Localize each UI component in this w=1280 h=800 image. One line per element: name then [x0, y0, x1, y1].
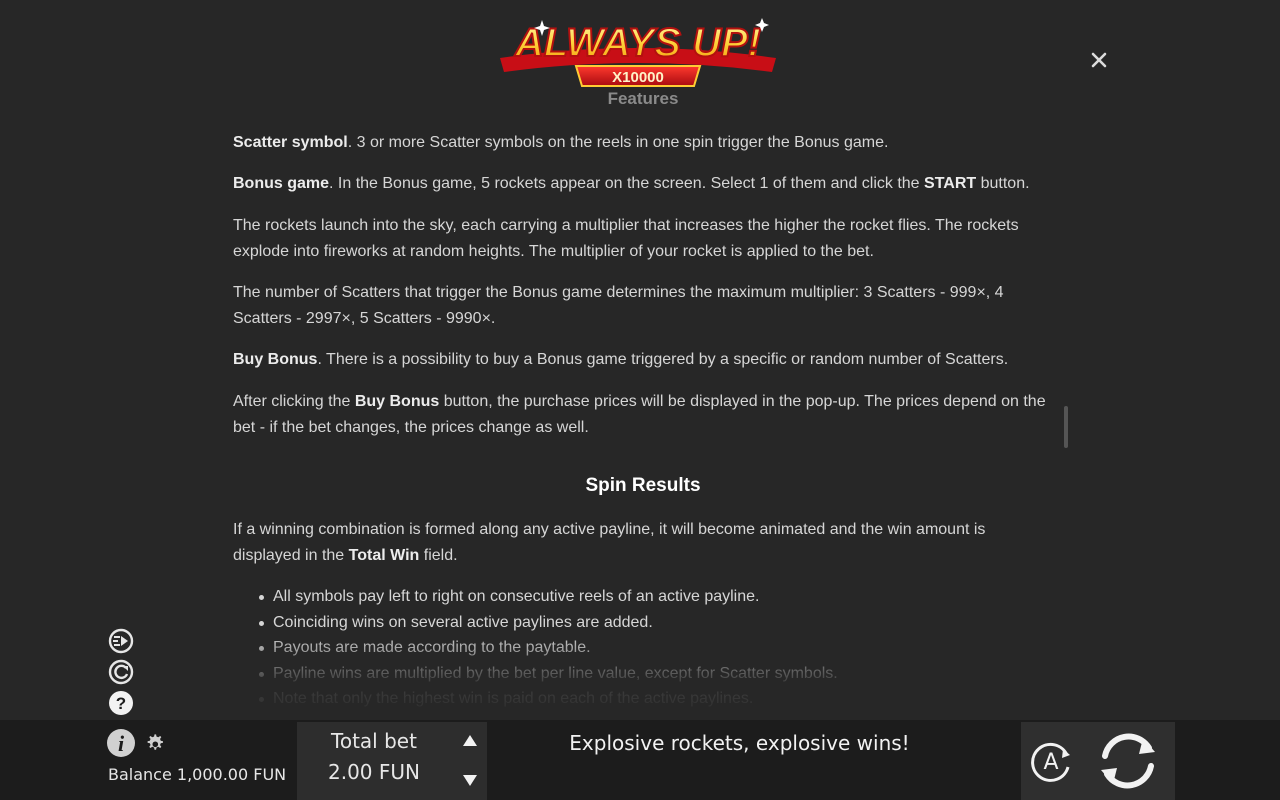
spin-rules-list: All symbols pay left to right on consecu… [259, 584, 1053, 712]
autoplay-icon: A [1031, 742, 1070, 782]
list-item: Coinciding wins on several active paylin… [259, 610, 1053, 636]
question-icon: ? [109, 691, 133, 715]
scatters-count-paragraph: The number of Scatters that trigger the … [233, 284, 1004, 327]
list-item: Note that only the highest win is paid o… [259, 686, 1053, 712]
balance-value: 1,000.00 FUN [176, 765, 287, 784]
gear-icon [147, 734, 163, 750]
total-bet-label: Total bet [331, 729, 417, 753]
close-button[interactable] [1086, 47, 1112, 73]
speed-icon [108, 628, 134, 654]
balance-label: Balance [108, 765, 172, 784]
spin-results-heading: Spin Results [585, 475, 701, 496]
info-icon: i [107, 729, 135, 757]
scrollbar-thumb[interactable] [1064, 406, 1068, 448]
game-logo: ALWAYS UP! X10000 [500, 18, 776, 87]
bet-increase-button[interactable] [458, 729, 482, 753]
features-heading: Features [607, 92, 679, 108]
svg-text:?: ? [116, 694, 126, 713]
total-bet-value: 2.00 FUN [328, 760, 420, 784]
info-button[interactable]: i [106, 728, 136, 758]
triangle-down-icon [463, 775, 477, 786]
settings-button[interactable] [144, 733, 165, 754]
logo-title: ALWAYS UP! [514, 21, 761, 65]
triangle-up-icon [463, 735, 477, 746]
spin-intro-paragraph: If a winning combination is formed along… [233, 521, 986, 564]
help-button[interactable]: ? [108, 690, 134, 716]
bet-decrease-button[interactable] [458, 768, 482, 792]
refresh-icon [108, 659, 134, 685]
scatter-paragraph: Scatter symbol. 3 or more Scatter symbol… [233, 134, 889, 151]
sound-button[interactable] [108, 628, 134, 654]
autoplay-settings-button[interactable] [108, 659, 134, 685]
autoplay-button[interactable]: A [1027, 737, 1075, 785]
spin-button[interactable] [1093, 726, 1163, 796]
after-buy-paragraph: After clicking the Buy Bonus button, the… [233, 393, 1046, 436]
list-item: Payline wins are multiplied by the bet p… [259, 661, 1053, 687]
close-icon [1091, 52, 1107, 68]
svg-text:A: A [1043, 750, 1058, 775]
list-item: Payouts are made according to the paytab… [259, 635, 1053, 661]
balance-display: Balance 1,000.00 FUN [108, 765, 286, 784]
svg-text:i: i [118, 731, 125, 756]
rockets-paragraph: The rockets launch into the sky, each ca… [233, 217, 1019, 260]
logo-subtitle: X10000 [612, 69, 664, 86]
buy-bonus-paragraph: Buy Bonus. There is a possibility to buy… [233, 351, 1009, 368]
bonus-paragraph: Bonus game. In the Bonus game, 5 rockets… [233, 175, 1030, 192]
promo-message: Explosive rockets, explosive wins! [569, 731, 910, 755]
list-item: All symbols pay left to right on consecu… [259, 584, 1053, 610]
rules-content[interactable]: Features Scatter symbol. 3 or more Scatt… [233, 92, 1053, 720]
